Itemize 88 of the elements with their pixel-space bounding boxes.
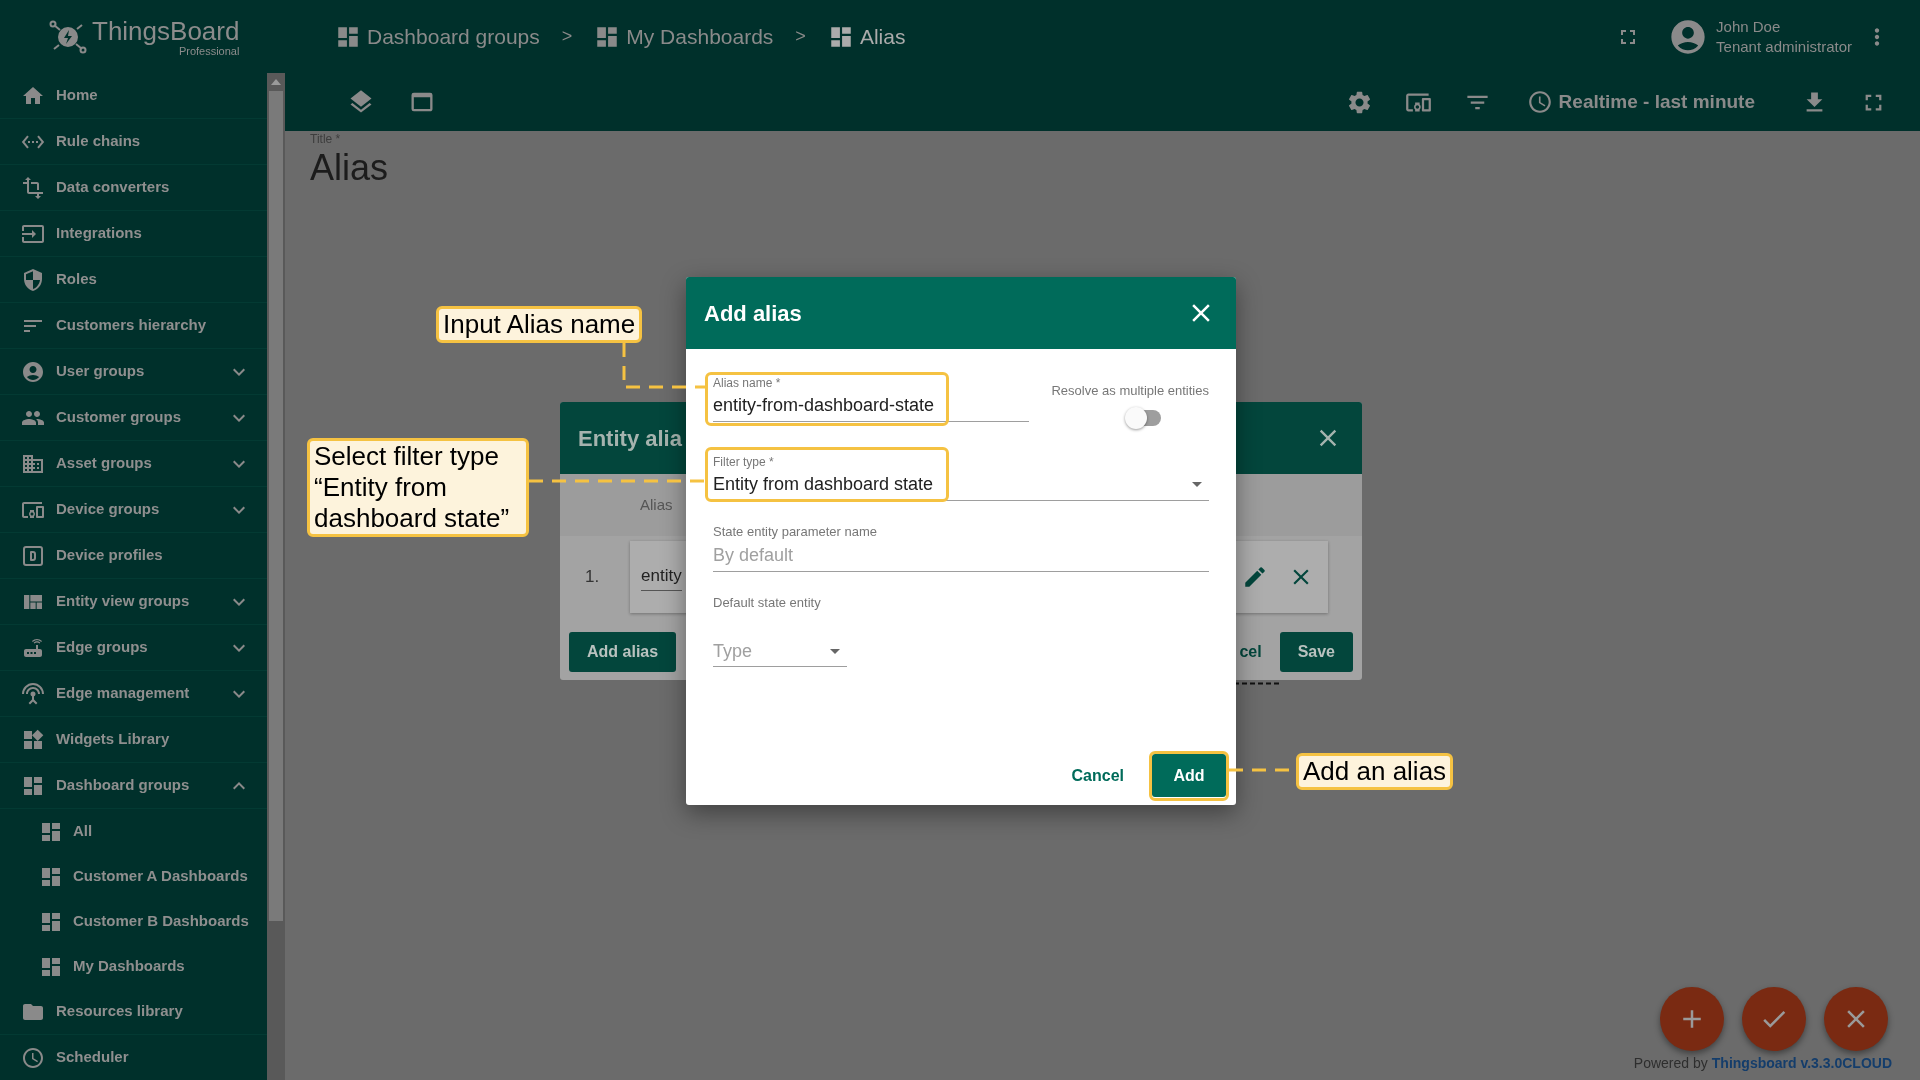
user-name: John Doe [1716,16,1782,37]
scroll-up-icon[interactable] [271,79,281,85]
callout-label: Select filter type “Entity from dashboard state” [307,438,529,537]
breadcrumb[interactable]: Dashboard groups [335,20,540,53]
sidebar-item[interactable]: Resources library [0,989,267,1035]
sidebar-item[interactable]: Device groups [0,487,267,533]
dashboard-title: Alias [310,146,390,190]
cancel-button[interactable]: Cancel [1071,763,1124,788]
sidebar-label: User groups [56,361,146,382]
shield-icon [21,267,45,292]
sidebar-item[interactable]: Edge groups [0,625,267,671]
alias-name-field[interactable]: Alias name * entity-from-dashboard-state [713,376,1029,422]
section-label: Default state entity [713,595,822,611]
sidebar-label: Dashboard groups [56,775,191,796]
sidebar-label: Integrations [56,223,143,244]
sidebar-label: Customer groups [56,407,182,428]
breadcrumb-separator: > [561,25,573,48]
sidebar-label: Customers hierarchy [56,315,208,336]
toggle-label: Resolve as multiple entities [1051,383,1209,399]
widgets-icon [21,727,45,752]
sidebar-item[interactable]: Edge management [0,671,267,717]
column-header: Alias [640,494,673,515]
edit-icon[interactable] [1242,564,1268,590]
sidebar-label: Widgets Library [56,729,171,750]
alias-input[interactable]: entity [641,562,682,592]
sidebar-label: Device profiles [56,545,164,566]
field-label: State entity parameter name [713,525,879,539]
sidebar-label: All [73,821,93,842]
breadcrumb[interactable]: My Dashboards [594,20,774,53]
sidebar-subitem[interactable]: All [0,809,267,854]
sidebar-item[interactable]: Dashboard groups [0,763,267,809]
sidebar-label: Customer B Dashboards [73,911,249,932]
dialog-title: Entity alia [578,424,682,453]
sidebar-label: Edge management [56,683,191,704]
timewindow-button[interactable]: Realtime - last minute [1526,87,1755,117]
sidebar-label: Roles [56,269,98,290]
logo-text: ThingsBoard [92,16,240,45]
powered-by-text: Powered by [1633,1054,1708,1073]
callout-label: Add an alias [1296,753,1454,790]
sidebar-item[interactable]: Entity view groups [0,579,267,625]
breadcrumb[interactable]: Alias [827,20,906,53]
add-button[interactable]: Add [1152,754,1226,797]
edition-label: Professional [178,44,240,57]
sidebar-item[interactable]: Customer groups [0,395,267,441]
clock-icon [1526,89,1553,115]
sidebar-label: Scheduler [56,1047,130,1068]
sidebar-item[interactable]: User groups [0,349,267,395]
clock-icon [21,1045,45,1070]
save-button[interactable]: Save [1279,632,1353,672]
sidebar-subitem[interactable]: Customer A Dashboards [0,854,267,899]
scrollbar-thumb[interactable] [269,91,283,921]
antenna-icon [21,681,45,706]
cancel-button[interactable]: cel [1239,640,1262,664]
state-parameter-field[interactable]: By default [713,543,1209,572]
sidebar-item[interactable]: Widgets Library [0,717,267,763]
sidebar-label: Rule chains [56,131,142,152]
dialog-title: Add alias [704,299,802,328]
sidebar-item[interactable]: Asset groups [0,441,267,487]
dropdown-icon [1192,481,1202,487]
sidebar-item[interactable]: Home [0,73,267,119]
add-alias-button[interactable]: Add alias [569,632,677,672]
filter-type-select[interactable]: Filter type * Entity from dashboard state [713,455,1209,501]
sidebar-label: Asset groups [56,453,153,474]
sidebar-label: Customer A Dashboards [73,866,248,887]
leader-line [1234,682,1282,685]
dropdown-icon [830,648,840,654]
sidebar-item[interactable]: Integrations [0,211,267,257]
callout-label: Input Alias name [436,306,643,343]
sidebar-label: Device groups [56,499,161,520]
sidebar-label: Entity view groups [56,591,191,612]
sidebar-subitem[interactable]: My Dashboards [0,944,267,989]
user-role: Tenant administrator [1716,36,1852,57]
close-fab[interactable] [1824,987,1888,1051]
crop-icon [21,175,45,200]
sidebar-item[interactable]: Roles [0,257,267,303]
user-icon [21,359,45,384]
sidebar-label: My Dashboards [73,956,185,977]
badge-icon [21,543,45,568]
scrollbar[interactable] [267,73,285,1080]
sidebar-item[interactable]: Device profiles [0,533,267,579]
breadcrumb-separator: > [795,25,806,48]
sidebar-label: Data converters [56,177,171,198]
sidebar-label: Home [56,85,99,106]
sidebar-label: Edge groups [56,637,149,658]
type-select[interactable]: Type [713,639,847,667]
sidebar-label: Resources library [56,1001,184,1022]
sidebar-subitem[interactable]: Customer B Dashboards [0,899,267,944]
row-number: 1. [584,566,601,589]
